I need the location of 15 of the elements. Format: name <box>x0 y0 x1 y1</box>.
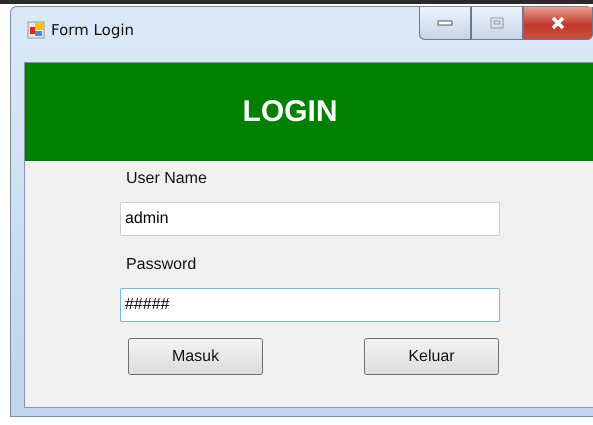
field-label: User Name <box>126 170 208 189</box>
form-button[interactable]: Masuk <box>128 338 263 375</box>
minimize-button[interactable] <box>419 7 471 40</box>
maximize-icon <box>490 17 504 29</box>
header-title: LOGIN <box>242 95 338 129</box>
close-button[interactable] <box>523 7 593 40</box>
close-icon <box>550 16 566 30</box>
input-field[interactable]: ##### <box>120 288 500 322</box>
input-field[interactable]: admin <box>120 202 500 236</box>
minimize-icon <box>437 19 453 27</box>
app-icon <box>27 21 45 39</box>
maximize-button[interactable] <box>471 7 523 40</box>
field-label: Password <box>126 256 198 275</box>
form-button[interactable]: Keluar <box>364 338 499 375</box>
window-title: Form Login <box>51 21 134 39</box>
